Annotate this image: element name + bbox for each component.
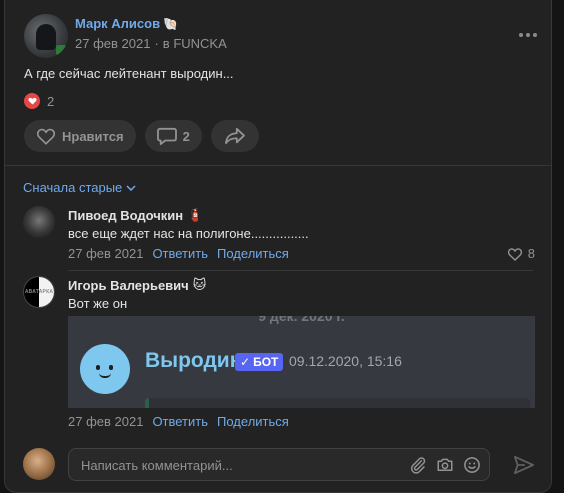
checkmark-icon: ✓	[240, 355, 251, 369]
post-divider	[5, 165, 551, 166]
group-prefix: в	[162, 36, 170, 51]
send-icon	[514, 455, 534, 475]
heart-icon	[507, 247, 522, 261]
comment-author-name[interactable]: Пивоед Водочкин	[68, 208, 183, 223]
bot-tag-label: БОТ	[253, 355, 279, 369]
author-avatar[interactable]	[24, 14, 68, 58]
reactions-summary[interactable]: 2	[24, 93, 54, 109]
comment-avatar[interactable]	[23, 206, 55, 238]
group-link[interactable]: FUNCKA	[173, 36, 226, 51]
comment-author[interactable]: Пивоед Водочкин 🧯	[68, 207, 203, 223]
more-dots-icon	[519, 33, 523, 37]
like-button[interactable]: Нравится	[24, 120, 136, 152]
bot-tag: ✓ БОТ	[235, 353, 284, 371]
chevron-down-icon	[126, 184, 136, 191]
comment-footer: 27 фев 2021 Ответить Поделиться	[68, 246, 289, 261]
composer-icons	[409, 456, 481, 474]
bot-name: Выродин	[145, 349, 243, 372]
comment-avatar[interactable]: АВАТАРКА	[23, 276, 55, 308]
paperclip-icon[interactable]	[409, 456, 427, 474]
current-user-avatar[interactable]	[23, 448, 55, 480]
comment-text: Вот же он	[68, 296, 128, 311]
author-name-text[interactable]: Марк Алисов	[75, 16, 160, 31]
author-name[interactable]: Марк Алисов 🐚	[75, 16, 178, 31]
more-options-button[interactable]	[516, 26, 540, 44]
emoji-smile-icon[interactable]	[463, 456, 481, 474]
camera-icon[interactable]	[436, 456, 454, 474]
comment-image-attachment[interactable]: 9 дек. 2020 г. Выродин ✓ БОТ 09.12.2020, …	[68, 316, 535, 408]
comment-input[interactable]: Написать комментарий...	[68, 448, 490, 481]
comments-count: 2	[182, 128, 190, 144]
comment-author[interactable]: Игорь Валерьевич 🐱	[68, 277, 206, 293]
share-link[interactable]: Поделиться	[217, 246, 289, 261]
bot-timestamp: 09.12.2020, 15:16	[289, 353, 402, 369]
post-actions: Нравится 2	[24, 120, 259, 152]
comment-footer: 27 фев 2021 Ответить Поделиться	[68, 414, 289, 429]
comment-divider	[68, 270, 533, 271]
comment-text: все еще ждет нас на полигоне............…	[68, 226, 309, 241]
comment-author-name[interactable]: Игорь Валерьевич	[68, 278, 189, 293]
post-date[interactable]: 27 фев 2021	[75, 36, 150, 51]
post-card: Марк Алисов 🐚 27 фев 2021 · в FUNCKA А где …	[4, 0, 552, 493]
comment-icon	[156, 127, 177, 145]
reply-link[interactable]: Ответить	[152, 414, 208, 429]
comment: АВАТАРКА Игорь Валерьевич 🐱 Вот же он 9 …	[23, 276, 535, 436]
comment-placeholder: Написать комментарий...	[81, 458, 233, 473]
cat-emoji-icon: 🐱	[192, 277, 207, 292]
comment-like-count: 8	[527, 246, 535, 261]
comment-date[interactable]: 27 фев 2021	[68, 414, 143, 429]
shell-emoji-icon: 🐚	[163, 17, 179, 31]
reactions-count: 2	[47, 93, 55, 109]
share-link[interactable]: Поделиться	[217, 414, 289, 429]
attachment-date-separator: 9 дек. 2020 г.	[258, 316, 345, 324]
post-header: Марк Алисов 🐚 27 фев 2021 · в FUNCKA	[24, 14, 544, 58]
comments-button[interactable]: 2	[144, 120, 202, 152]
comment-composer: Написать комментарий...	[23, 445, 535, 485]
post-text: А где сейчас лейтенант выродин...	[24, 66, 234, 81]
fire-extinguisher-emoji-icon: 🧯	[187, 207, 204, 222]
heart-reaction-icon	[24, 93, 40, 109]
like-label: Нравится	[62, 128, 124, 144]
comment-like-button[interactable]: 8	[507, 246, 535, 261]
comment-date[interactable]: 27 фев 2021	[68, 246, 143, 261]
bot-avatar	[80, 344, 130, 394]
share-icon	[224, 127, 245, 145]
bot-embed	[145, 398, 530, 408]
share-button[interactable]	[210, 120, 259, 152]
post-meta: 27 фев 2021 · в FUNCKA	[75, 36, 227, 51]
send-button[interactable]	[513, 455, 535, 475]
heart-icon	[36, 128, 56, 145]
comments-sort-dropdown[interactable]: Сначала старые	[23, 180, 136, 195]
sort-label: Сначала старые	[23, 180, 123, 195]
avatar-text: АВАТАРКА	[24, 289, 54, 295]
reply-link[interactable]: Ответить	[152, 246, 208, 261]
meta-separator: ·	[154, 36, 159, 51]
comment: Пивоед Водочкин 🧯 все еще ждет нас на по…	[23, 206, 535, 266]
